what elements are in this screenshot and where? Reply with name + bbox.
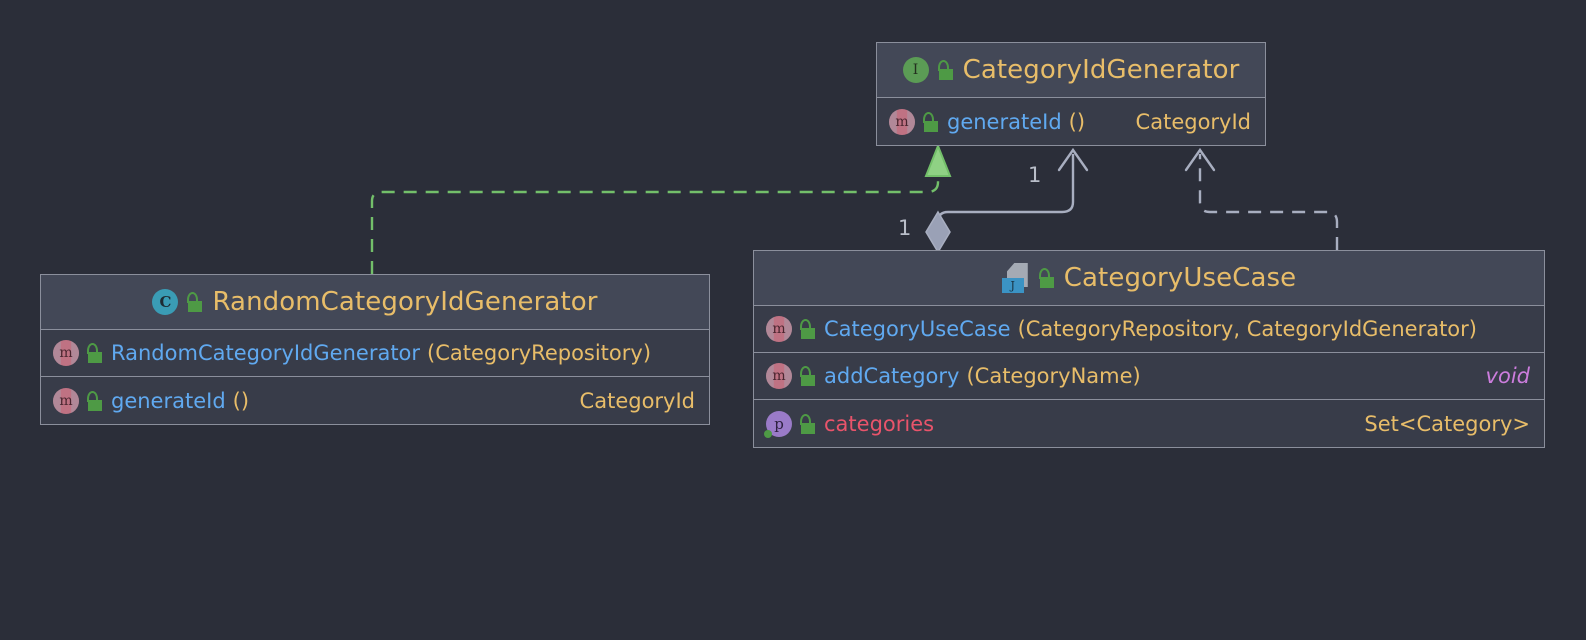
uml-member-row[interactable]: m generateId () CategoryId bbox=[41, 377, 709, 424]
member-type: Set<Category> bbox=[1364, 411, 1530, 436]
property-p-icon: p bbox=[764, 410, 792, 438]
method-m-icon: m bbox=[889, 108, 915, 135]
uml-node-random-category-id-generator[interactable]: C RandomCategoryIdGenerator m RandomCate… bbox=[40, 274, 710, 425]
unlocked-padlock-icon bbox=[799, 366, 817, 386]
java-file-icon: J bbox=[1001, 263, 1030, 293]
unlocked-padlock-icon bbox=[86, 343, 104, 363]
uml-member-row[interactable]: m addCategory (CategoryName) void bbox=[754, 353, 1544, 400]
uml-node-category-id-generator[interactable]: I CategoryIdGenerator m generateId () Ca… bbox=[876, 42, 1266, 146]
uml-node-title: RandomCategoryIdGenerator bbox=[212, 287, 598, 317]
member-name: addCategory bbox=[824, 364, 960, 388]
member-name: CategoryUseCase bbox=[824, 317, 1011, 341]
uml-node-header: C RandomCategoryIdGenerator bbox=[41, 275, 709, 330]
member-name: categories bbox=[824, 411, 935, 436]
method-m-icon: m bbox=[53, 340, 79, 366]
aggregation-edge-line bbox=[936, 154, 1075, 245]
member-type: void bbox=[1485, 364, 1530, 388]
member-type: CategoryId bbox=[579, 388, 695, 413]
member-params: (CategoryRepository) bbox=[427, 341, 652, 365]
uml-member-row[interactable]: m CategoryUseCase (CategoryRepository, C… bbox=[754, 306, 1544, 353]
interface-i-icon: I bbox=[902, 57, 929, 83]
uml-member-row[interactable]: m generateId () CategoryId bbox=[877, 98, 1265, 145]
uml-node-title: CategoryUseCase bbox=[1063, 263, 1297, 293]
uml-node-title: CategoryIdGenerator bbox=[962, 55, 1240, 85]
dependency-arrowhead-icon bbox=[1184, 147, 1216, 172]
member-name: generateId bbox=[947, 109, 1062, 134]
aggregation-arrowhead-icon bbox=[1057, 147, 1089, 172]
member-params: (CategoryRepository, CategoryIdGenerator… bbox=[1017, 317, 1477, 341]
uml-node-header: J CategoryUseCase bbox=[754, 251, 1544, 306]
aggregation-diamond-icon bbox=[925, 210, 951, 254]
uml-member-row[interactable]: m RandomCategoryIdGenerator (CategoryRep… bbox=[41, 330, 709, 377]
method-m-icon: m bbox=[766, 363, 792, 389]
unlocked-padlock-icon bbox=[86, 390, 104, 411]
unlocked-padlock-icon bbox=[799, 319, 817, 339]
unlocked-padlock-icon bbox=[1038, 268, 1056, 288]
member-name: RandomCategoryIdGenerator bbox=[111, 341, 421, 365]
uml-diagram-canvas: 1 1 I CategoryIdGenerator m generateId (… bbox=[0, 0, 1586, 640]
unlocked-padlock-icon bbox=[937, 60, 955, 80]
class-c-icon: C bbox=[152, 289, 179, 315]
member-params: () bbox=[1068, 109, 1086, 134]
method-m-icon: m bbox=[53, 387, 79, 414]
member-type: CategoryId bbox=[1135, 109, 1251, 134]
method-m-icon: m bbox=[766, 316, 792, 342]
unlocked-padlock-icon bbox=[799, 413, 817, 434]
unlocked-padlock-icon bbox=[922, 111, 940, 132]
uml-node-category-use-case[interactable]: J CategoryUseCase m CategoryUseCase (Cat… bbox=[753, 250, 1545, 448]
uml-member-row[interactable]: p categories Set<Category> bbox=[754, 400, 1544, 447]
realization-arrowhead-icon bbox=[924, 143, 952, 177]
aggregation-target-multiplicity: 1 bbox=[1028, 163, 1042, 187]
member-name: generateId bbox=[111, 388, 226, 413]
aggregation-source-multiplicity: 1 bbox=[898, 216, 912, 240]
uml-node-header: I CategoryIdGenerator bbox=[877, 43, 1265, 98]
member-params: (CategoryName) bbox=[966, 364, 1141, 388]
unlocked-padlock-icon bbox=[186, 292, 204, 312]
dependency-edge-line bbox=[1198, 154, 1339, 250]
member-params: () bbox=[232, 388, 250, 413]
